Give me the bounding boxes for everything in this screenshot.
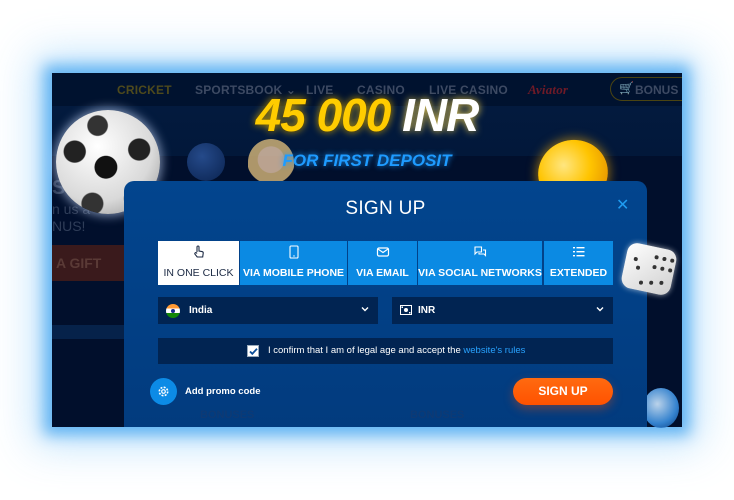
sign-up-button[interactable]: SIGN UP xyxy=(513,378,613,405)
bg-gift-label: A GIFT xyxy=(56,255,102,271)
india-flag-icon xyxy=(166,304,180,318)
tab-social-networks[interactable]: VIA SOCIAL NETWORKS xyxy=(418,241,542,285)
close-icon[interactable]: ✕ xyxy=(616,197,629,214)
promo-gear-icon xyxy=(150,378,177,405)
bonus-amount: 45 000 xyxy=(255,89,392,141)
blue-ball-image xyxy=(643,388,679,428)
confirm-text: I confirm that I am of legal age and acc… xyxy=(268,345,525,356)
tab-label: IN ONE CLICK xyxy=(163,267,234,279)
envelope-icon xyxy=(348,245,417,259)
modal-title: SIGN UP xyxy=(345,198,426,219)
signup-modal: BONUSES BONUSES SIGN UP ✕ IN ONE CLICK V… xyxy=(124,181,647,427)
tab-mobile-phone[interactable]: VIA MOBILE PHONE xyxy=(240,241,347,285)
tab-label: VIA EMAIL xyxy=(356,267,409,279)
tab-extended[interactable]: EXTENDED xyxy=(544,241,613,285)
tab-label: EXTENDED xyxy=(549,267,608,279)
close-button[interactable]: ✕ xyxy=(616,195,629,215)
tab-email[interactable]: VIA EMAIL xyxy=(348,241,417,285)
list-icon xyxy=(544,245,613,259)
tab-one-click[interactable]: IN ONE CLICK xyxy=(158,241,239,285)
tablet-icon xyxy=(240,245,347,259)
dice-image xyxy=(619,241,679,297)
country-value: India xyxy=(189,305,213,316)
chevron-down-icon xyxy=(596,307,604,312)
chevron-down-icon xyxy=(361,307,369,312)
legal-age-confirm-row: I confirm that I am of legal age and acc… xyxy=(158,338,613,364)
website-rules-link[interactable]: website's rules xyxy=(463,345,525,356)
chat-bubbles-icon xyxy=(418,245,542,259)
pointer-hand-icon xyxy=(158,245,239,259)
bg-text-3: NUS! xyxy=(52,218,86,234)
bg-gift-button: A GIFT xyxy=(52,245,124,281)
promo-label: Add promo code xyxy=(185,386,261,397)
bg-bonuses-label: BONUSES xyxy=(200,409,255,421)
tab-label: VIA SOCIAL NETWORKS xyxy=(418,267,542,279)
banknote-icon xyxy=(400,305,412,315)
bonus-headline: 45 000 INR xyxy=(0,88,734,142)
bg-stripe xyxy=(52,325,124,339)
tab-label: VIA MOBILE PHONE xyxy=(242,267,345,279)
currency-select[interactable]: INR xyxy=(392,297,613,324)
bonus-subtitle: FOR FIRST DEPOSIT xyxy=(282,151,452,170)
checkmark-icon xyxy=(249,348,258,356)
legal-age-checkbox[interactable] xyxy=(247,345,259,357)
bonus-currency: INR xyxy=(402,89,479,141)
bg-bonuses-label: BONUSES xyxy=(410,409,465,421)
currency-value: INR xyxy=(418,305,436,316)
confirm-text-body: I confirm that I am of legal age and acc… xyxy=(268,345,464,356)
country-select[interactable]: India xyxy=(158,297,378,324)
